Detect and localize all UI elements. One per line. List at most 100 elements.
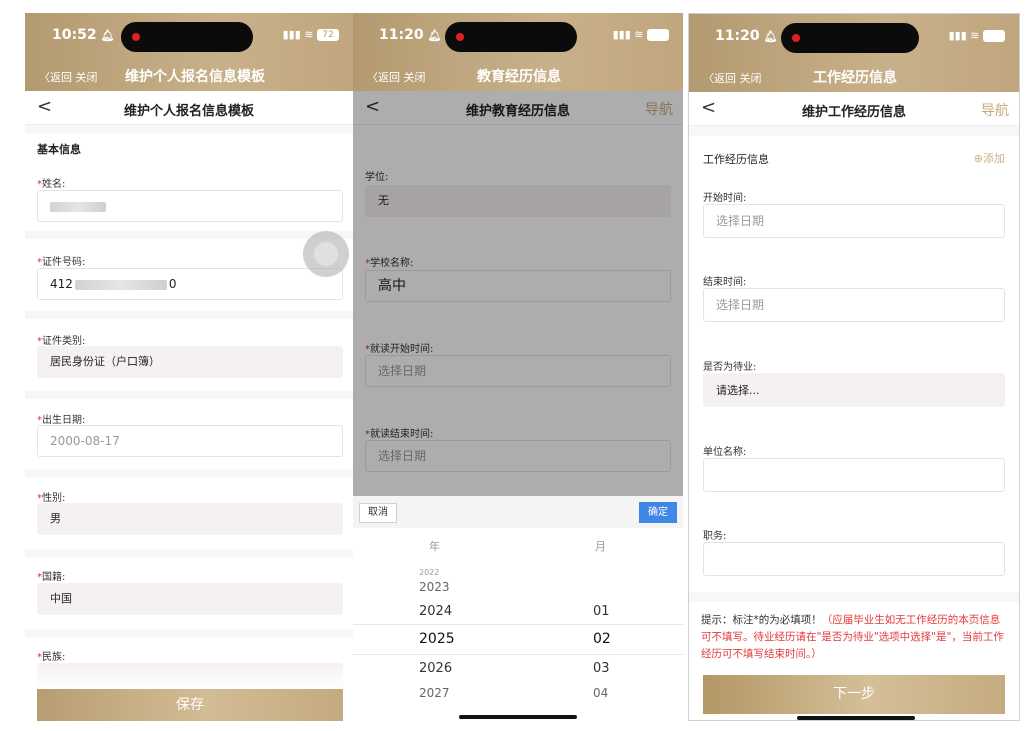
system-icons: ▮▮▮ ≋: [613, 28, 669, 41]
month-option[interactable]: 04: [593, 686, 608, 700]
bell-icon: 🔔︎: [427, 29, 442, 42]
nav-bar: < 维护个人报名信息模板: [25, 91, 353, 125]
status-time: 10:52 🔔︎: [52, 27, 115, 43]
home-indicator: [797, 716, 915, 720]
year-option[interactable]: 2022: [419, 568, 439, 577]
year-option-selected[interactable]: 2025: [419, 631, 455, 647]
month-option[interactable]: 03: [593, 661, 610, 676]
app-bar: 〈返回 关闭 工作经历信息: [689, 62, 1019, 92]
divider: [25, 549, 353, 557]
month-option[interactable]: 01: [593, 604, 610, 619]
dynamic-island: [445, 22, 577, 52]
app-back-close[interactable]: 〈返回 关闭: [39, 69, 98, 85]
next-step-button[interactable]: 下一步: [703, 675, 1005, 714]
system-icons: ▮▮▮ ≋: [949, 29, 1005, 42]
app-back-close[interactable]: 〈返回 关闭: [367, 69, 426, 85]
screen-education-info: 11:20 🔔︎ ▮▮▮ ≋ 〈返回 关闭 教育经历信息 < 维护教育经历信息 导…: [353, 13, 683, 721]
app-title: 工作经历信息: [813, 70, 897, 86]
recording-dot-icon: [456, 33, 464, 41]
picker-cancel-button[interactable]: 取消: [359, 503, 397, 523]
picker-confirm-button[interactable]: 确定: [639, 502, 677, 523]
gender-label: *性别:: [37, 493, 66, 504]
start-time-input[interactable]: 选择日期: [703, 204, 1005, 238]
app-title: 维护个人报名信息模板: [125, 69, 265, 85]
modal-overlay[interactable]: [353, 91, 683, 496]
assistive-touch-button[interactable]: [303, 231, 349, 277]
hint-text: 提示：标注*的为必填项！（应届毕业生如无工作经历的本页信息可不填写。待业经历请在…: [701, 612, 1007, 663]
birthdate-label: *出生日期:: [37, 415, 86, 426]
picker-toolbar: 取消 确定: [353, 496, 683, 528]
app-bar: 〈返回 关闭 教育经历信息: [353, 61, 683, 91]
date-picker: 取消 确定 年 月 2022 2023 2024 2025 2026 2027 …: [353, 496, 683, 721]
nav-bar: < 维护工作经历信息 导航: [689, 92, 1019, 126]
redacted-id: [74, 279, 167, 290]
app-back-close[interactable]: 〈返回 关闭: [703, 70, 762, 86]
page-title: 维护工作经历信息: [801, 105, 906, 120]
page-title: 维护个人报名信息模板: [123, 104, 254, 119]
divider: [25, 629, 353, 637]
name-label: *姓名:: [37, 179, 66, 190]
battery-icon: 72: [317, 29, 339, 41]
month-option-selected[interactable]: 02: [593, 631, 611, 647]
app-close-link[interactable]: 关闭: [740, 72, 762, 85]
id-type-label: *证件类别:: [37, 336, 86, 347]
app-back-link[interactable]: 〈返回: [703, 72, 736, 85]
app-bar: 〈返回 关闭 维护个人报名信息模板: [25, 61, 353, 91]
gender-select[interactable]: 男: [37, 503, 343, 535]
app-close-link[interactable]: 关闭: [404, 71, 426, 84]
signal-icon: ▮▮▮: [282, 28, 301, 41]
app-back-link[interactable]: 〈返回: [367, 71, 400, 84]
screen-personal-info: 10:52 🔔︎ ▮▮▮ ≋ 72 〈返回 关闭 维护个人报名信息模板 < 维护个…: [25, 13, 353, 721]
year-option[interactable]: 2026: [419, 661, 452, 676]
birthdate-input[interactable]: 2000-08-17: [37, 425, 343, 457]
divider: [25, 231, 353, 239]
year-column-header: 年: [429, 540, 440, 553]
company-name-label: 单位名称:: [703, 447, 747, 458]
year-option[interactable]: 2023: [419, 580, 450, 594]
app-close-link[interactable]: 关闭: [76, 71, 98, 84]
year-option[interactable]: 2024: [419, 604, 452, 619]
screen-work-info: 11:20 🔔︎ ▮▮▮ ≋ 〈返回 关闭 工作经历信息 < 维护工作经历信息 导…: [688, 13, 1020, 721]
divider: [689, 592, 1019, 602]
status-time: 11:20 🔔︎: [379, 27, 442, 43]
ethnicity-label: *民族:: [37, 652, 66, 663]
home-indicator: [459, 715, 577, 719]
start-time-label: 开始时间:: [703, 193, 747, 204]
scroll-fade: [25, 663, 353, 689]
app-back-link[interactable]: 〈返回: [39, 71, 72, 84]
nav-guide-link[interactable]: 导航: [981, 100, 1009, 120]
end-time-label: 结束时间:: [703, 277, 747, 288]
app-title: 教育经历信息: [477, 69, 561, 85]
position-label: 职务:: [703, 531, 727, 542]
wifi-icon: ≋: [970, 29, 980, 42]
bell-icon: 🔔︎: [763, 30, 778, 43]
nationality-label: *国籍:: [37, 572, 66, 583]
divider: [25, 125, 353, 133]
company-name-input[interactable]: [703, 458, 1005, 492]
year-option[interactable]: 2027: [419, 686, 450, 700]
divider: [689, 126, 1019, 136]
status-bar: 11:20 🔔︎ ▮▮▮ ≋: [689, 14, 1019, 62]
hint-required-note: 提示：标注*的为必填项！: [701, 614, 822, 626]
signal-icon: ▮▮▮: [948, 29, 967, 42]
save-button[interactable]: 保存: [37, 689, 343, 721]
id-type-select[interactable]: 居民身份证（户口簿）: [37, 346, 343, 378]
nationality-select[interactable]: 中国: [37, 583, 343, 615]
status-time: 11:20 🔔︎: [715, 28, 778, 44]
dynamic-island: [781, 23, 919, 53]
end-time-input[interactable]: 选择日期: [703, 288, 1005, 322]
add-work-link[interactable]: ⊕添加: [974, 150, 1005, 166]
id-number-input[interactable]: 412 0: [37, 268, 343, 300]
wifi-icon: ≋: [304, 28, 314, 41]
signal-icon: ▮▮▮: [612, 28, 631, 41]
dynamic-island: [121, 22, 253, 52]
unemployed-select[interactable]: 请选择...: [703, 373, 1005, 407]
assistive-touch-icon: [314, 242, 338, 266]
status-bar: 10:52 🔔︎ ▮▮▮ ≋ 72: [25, 13, 353, 61]
name-input[interactable]: [37, 190, 343, 222]
section-title: 基本信息: [37, 143, 81, 156]
divider: [25, 391, 353, 399]
position-input[interactable]: [703, 542, 1005, 576]
battery-icon: [983, 30, 1005, 42]
redacted-name: [50, 201, 106, 212]
